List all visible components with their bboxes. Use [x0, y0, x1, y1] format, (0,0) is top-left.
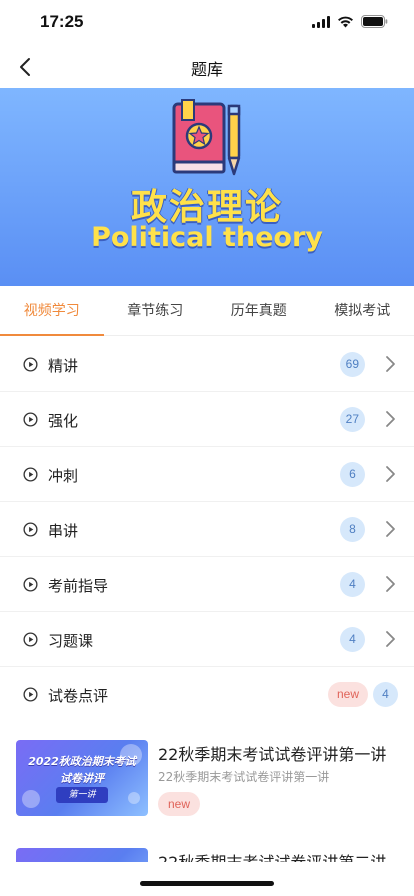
status-bar: 17:25: [0, 0, 414, 46]
list-item[interactable]: 考前指导 4: [0, 557, 414, 612]
count-badge: 6: [340, 462, 365, 487]
play-circle-icon: [23, 467, 38, 482]
thumb-subtitle: 试卷讲评: [60, 772, 104, 785]
list-item[interactable]: 强化 27: [0, 392, 414, 447]
status-time: 17:25: [40, 12, 84, 31]
battery-icon: [361, 15, 388, 28]
tab-bar: 视频学习 章节练习 历年真题 模拟考试: [0, 286, 414, 336]
chevron-right-icon: [386, 631, 395, 647]
count-badge: 4: [340, 627, 365, 652]
subject-banner: 政治理论 Political theory: [0, 88, 414, 286]
list-item-label: 冲刺: [48, 467, 79, 485]
play-circle-icon: [23, 357, 38, 372]
new-badge: new: [327, 682, 368, 707]
banner-title-en: Political theory: [91, 222, 323, 253]
count-badge: 69: [339, 352, 365, 377]
list-item[interactable]: 冲刺 6: [0, 447, 414, 502]
home-indicator[interactable]: [140, 881, 274, 886]
list-item-label: 精讲: [48, 357, 79, 375]
wifi-icon: [337, 16, 354, 28]
list-item-label: 串讲: [48, 522, 79, 540]
tab-chapter-practice[interactable]: 章节练习: [104, 286, 208, 335]
list-item-expanded[interactable]: 试卷点评 new 4: [0, 667, 414, 722]
list-item-label: 考前指导: [48, 577, 109, 595]
status-icons: [312, 15, 388, 28]
book-pencil-icon: [172, 99, 241, 176]
chevron-right-icon: [386, 466, 395, 482]
play-circle-icon: [23, 412, 38, 427]
list-item[interactable]: 串讲 8: [0, 502, 414, 557]
video-card[interactable]: 2022秋政治期末考试 试卷讲评 第一讲 22秋季期末考试试卷评讲第一讲 22秋…: [0, 722, 414, 832]
count-badge: 8: [340, 517, 365, 542]
page-title: 题库: [190, 60, 223, 79]
list-item[interactable]: 习题课 4: [0, 612, 414, 667]
tab-mock-exam[interactable]: 模拟考试: [311, 286, 414, 335]
play-circle-icon: [23, 522, 38, 537]
list-item-label: 强化: [48, 412, 79, 430]
chevron-right-icon: [386, 521, 395, 537]
list-item-label: 试卷点评: [48, 687, 109, 705]
tab-video-study[interactable]: 视频学习: [0, 286, 104, 336]
play-circle-icon: [23, 687, 38, 702]
signal-icon: [312, 15, 330, 28]
bottom-safe-area: [0, 862, 414, 896]
tab-past-exams[interactable]: 历年真题: [207, 286, 311, 335]
video-title: 22秋季期末考试试卷评讲第一讲: [158, 745, 387, 764]
video-subtitle: 22秋季期末考试试卷评讲第一讲: [158, 770, 330, 784]
count-badge: 27: [339, 407, 365, 432]
category-list: 精讲 69 强化 27 冲刺 6 串讲 8 考前指导 4 习题课 4 试卷点评 …: [0, 337, 414, 722]
new-badge: new: [158, 792, 201, 816]
count-badge: 4: [340, 572, 365, 597]
thumb-title: 2022秋政治期末考试: [28, 755, 136, 768]
play-circle-icon: [23, 577, 38, 592]
count-badge: 4: [373, 682, 398, 707]
play-circle-icon: [23, 632, 38, 647]
video-thumbnail: 2022秋政治期末考试 试卷讲评 第一讲: [16, 740, 148, 816]
list-item[interactable]: 精讲 69: [0, 337, 414, 392]
chevron-right-icon: [386, 411, 395, 427]
thumb-tag: 第一讲: [56, 787, 108, 803]
nav-bar: 题库: [0, 46, 414, 88]
chevron-right-icon: [386, 356, 395, 372]
chevron-right-icon: [386, 576, 395, 592]
list-item-label: 习题课: [48, 632, 94, 650]
